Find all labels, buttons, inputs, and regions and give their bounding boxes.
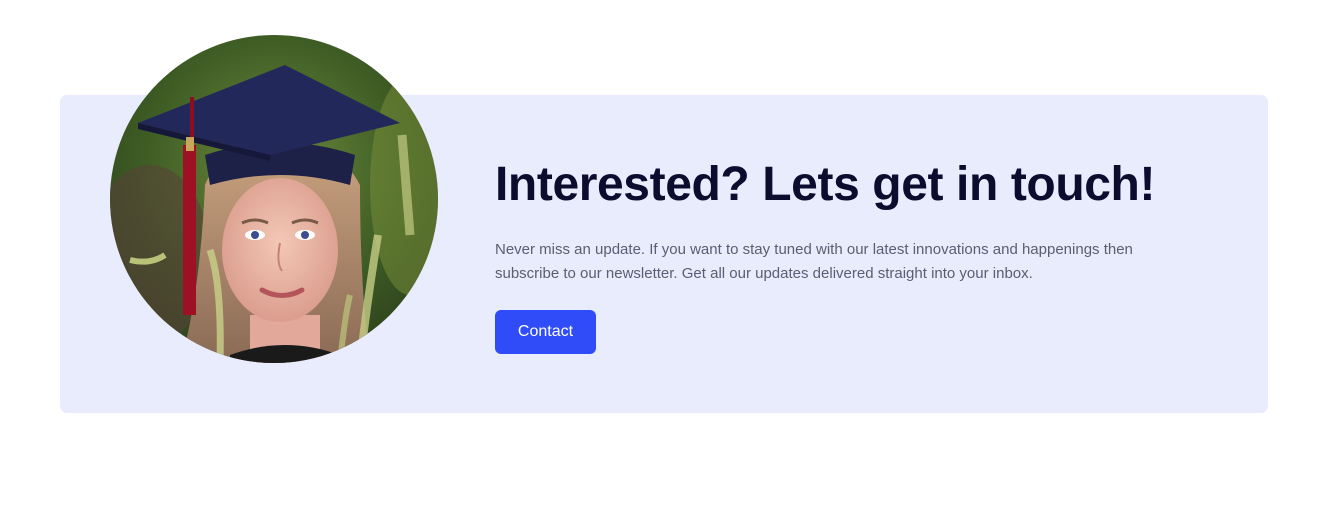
cta-content: Interested? Lets get in touch! Never mis… xyxy=(495,158,1215,354)
cta-description: Never miss an update. If you want to sta… xyxy=(495,241,1133,282)
graduate-portrait-image xyxy=(110,35,438,363)
graduate-photo xyxy=(110,35,438,363)
cta-section: Interested? Lets get in touch! Never mis… xyxy=(0,0,1333,528)
contact-button[interactable]: Contact xyxy=(495,310,596,354)
cta-headline: Interested? Lets get in touch! xyxy=(495,158,1156,211)
